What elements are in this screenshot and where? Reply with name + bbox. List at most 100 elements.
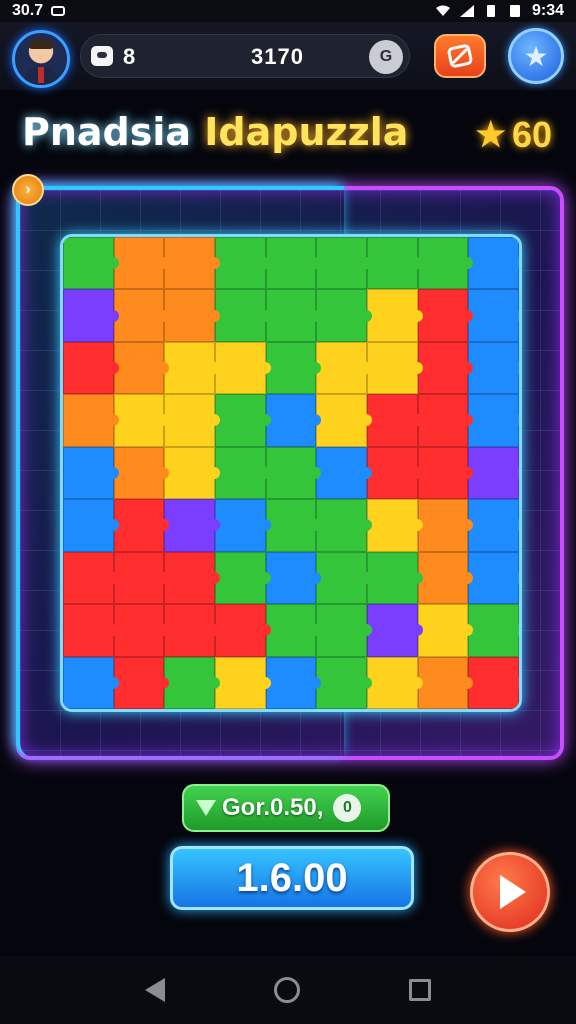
puzzle-piece[interactable]: [215, 604, 271, 657]
puzzle-piece[interactable]: [63, 446, 119, 500]
puzzle-piece[interactable]: [215, 341, 271, 395]
wifi-icon: [435, 5, 450, 16]
puzzle-piece[interactable]: [215, 394, 271, 447]
puzzle-piece[interactable]: [468, 237, 519, 290]
puzzle-piece[interactable]: [215, 551, 271, 605]
avatar[interactable]: [12, 30, 70, 88]
puzzle-piece[interactable]: [417, 341, 473, 395]
puzzle-piece[interactable]: [113, 394, 169, 447]
puzzle-piece[interactable]: [468, 656, 519, 709]
puzzle-piece[interactable]: [265, 341, 321, 395]
puzzle-piece[interactable]: [367, 394, 423, 447]
puzzle-piece[interactable]: [164, 341, 220, 395]
hint-button[interactable]: ›: [12, 174, 44, 206]
puzzle-piece[interactable]: [164, 656, 220, 709]
puzzle-piece[interactable]: [113, 551, 169, 605]
reward-button[interactable]: Gor.0.50, 0: [182, 784, 390, 832]
puzzle-piece[interactable]: [113, 656, 169, 709]
puzzle-piece[interactable]: [468, 499, 519, 552]
puzzle-piece[interactable]: [367, 656, 423, 709]
resource-counter[interactable]: 8 3170 G: [80, 34, 410, 78]
puzzle-piece[interactable]: [265, 656, 321, 709]
puzzle-piece[interactable]: [265, 499, 321, 552]
puzzle-piece[interactable]: [417, 446, 473, 500]
puzzle-piece[interactable]: [265, 394, 321, 447]
puzzle-piece[interactable]: [164, 289, 220, 342]
score-display[interactable]: 1.6.00: [170, 846, 414, 910]
puzzle-piece[interactable]: [265, 237, 321, 290]
puzzle-piece[interactable]: [63, 289, 119, 342]
puzzle-piece[interactable]: [316, 237, 372, 290]
puzzle-piece[interactable]: [164, 604, 220, 657]
puzzle-piece[interactable]: [316, 551, 372, 605]
star-icon: ★: [523, 40, 549, 72]
puzzle-piece[interactable]: [468, 446, 519, 500]
puzzle-piece[interactable]: [265, 289, 321, 342]
puzzle-piece[interactable]: [367, 446, 423, 500]
puzzle-piece[interactable]: [113, 341, 169, 395]
puzzle-piece[interactable]: [63, 341, 119, 395]
recent-apps-icon[interactable]: [409, 979, 432, 1001]
puzzle-piece[interactable]: [367, 289, 423, 342]
puzzle-piece[interactable]: [417, 289, 473, 342]
puzzle-piece[interactable]: [417, 656, 473, 709]
puzzle-piece[interactable]: [367, 551, 423, 605]
puzzle-piece[interactable]: [63, 551, 119, 605]
puzzle-piece[interactable]: [63, 499, 119, 552]
puzzle-piece[interactable]: [417, 551, 473, 605]
puzzle-piece[interactable]: [164, 237, 220, 290]
puzzle-piece[interactable]: [164, 446, 220, 500]
puzzle-piece[interactable]: [316, 499, 372, 552]
puzzle-piece[interactable]: [367, 499, 423, 552]
puzzle-piece[interactable]: [265, 446, 321, 500]
puzzle-piece[interactable]: [316, 341, 372, 395]
puzzle-piece[interactable]: [164, 551, 220, 605]
puzzle-piece[interactable]: [316, 289, 372, 342]
puzzle-piece[interactable]: [265, 604, 321, 657]
puzzle-piece[interactable]: [367, 237, 423, 290]
play-button[interactable]: [470, 852, 550, 932]
puzzle-piece[interactable]: [468, 551, 519, 605]
avatar-hair: [29, 39, 53, 49]
puzzle-piece[interactable]: [468, 604, 519, 657]
puzzle-piece[interactable]: [215, 499, 271, 552]
puzzle-piece[interactable]: [417, 237, 473, 290]
puzzle-piece[interactable]: [215, 656, 271, 709]
sim-icon: [486, 5, 495, 17]
puzzle-piece[interactable]: [113, 289, 169, 342]
puzzle-piece[interactable]: [367, 341, 423, 395]
back-icon[interactable]: [144, 978, 165, 1002]
puzzle-piece[interactable]: [265, 551, 321, 605]
puzzle-piece[interactable]: [113, 237, 169, 290]
shuffle-button[interactable]: [434, 34, 486, 78]
puzzle-piece[interactable]: [63, 604, 119, 657]
status-left-text: 30.7: [12, 2, 44, 19]
puzzle-piece[interactable]: [113, 446, 169, 500]
puzzle-piece[interactable]: [63, 656, 119, 709]
puzzle-piece[interactable]: [417, 604, 473, 657]
currency-icon[interactable]: G: [369, 40, 403, 74]
puzzle-piece[interactable]: [316, 604, 372, 657]
puzzle-piece[interactable]: [367, 604, 423, 657]
puzzle-piece[interactable]: [468, 394, 519, 447]
puzzle-board[interactable]: [60, 234, 522, 712]
puzzle-piece[interactable]: [417, 499, 473, 552]
puzzle-piece[interactable]: [63, 237, 119, 290]
puzzle-piece[interactable]: [215, 289, 271, 342]
home-icon[interactable]: [273, 977, 300, 1003]
shuffle-icon: [447, 44, 473, 68]
puzzle-piece[interactable]: [215, 237, 271, 290]
puzzle-piece[interactable]: [316, 656, 372, 709]
puzzle-piece[interactable]: [164, 499, 220, 552]
puzzle-piece[interactable]: [113, 604, 169, 657]
puzzle-piece[interactable]: [215, 446, 271, 500]
puzzle-piece[interactable]: [316, 394, 372, 447]
puzzle-piece[interactable]: [63, 394, 119, 447]
puzzle-piece[interactable]: [417, 394, 473, 447]
puzzle-piece[interactable]: [468, 289, 519, 342]
favorites-button[interactable]: ★: [508, 28, 564, 84]
puzzle-piece[interactable]: [164, 394, 220, 447]
puzzle-piece[interactable]: [468, 341, 519, 395]
puzzle-piece[interactable]: [316, 446, 372, 500]
puzzle-piece[interactable]: [113, 499, 169, 552]
